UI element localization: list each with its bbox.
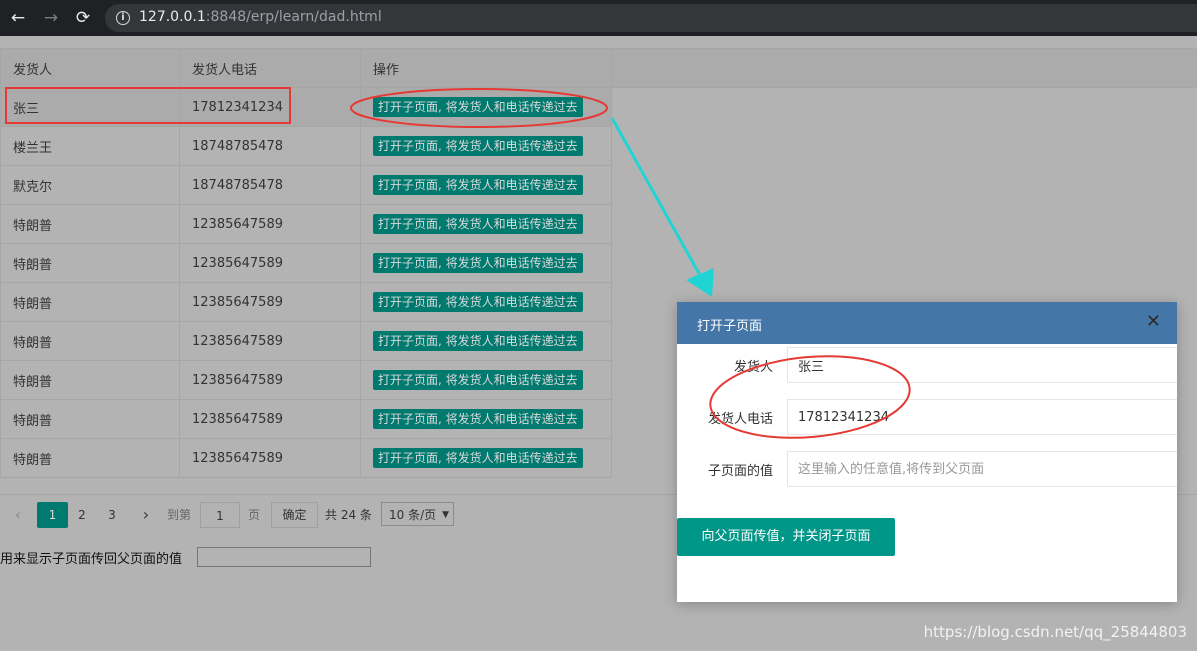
action-cell: 打开子页面, 将发货人和电话传递过去 xyxy=(360,321,612,361)
action-cell: 打开子页面, 将发货人和电话传递过去 xyxy=(360,126,612,166)
shipper-name-cell: 张三 xyxy=(0,87,180,127)
shipper-phone-cell: 12385647589 xyxy=(179,321,361,361)
shipper-phone-cell: 17812341234 xyxy=(179,87,361,127)
address-bar[interactable]: i 127.0.0.1:8848/erp/learn/dad.html xyxy=(105,4,1197,32)
table-header-fill xyxy=(611,48,1197,88)
child-page-modal: 打开子页面 ✕ 发货人 发货人电话 子页面的值 向父页面传值，并关闭子页面 xyxy=(677,302,1177,602)
shipper-phone-cell: 12385647589 xyxy=(179,438,361,478)
shipper-name-cell: 特朗普 xyxy=(0,204,180,244)
shipper-phone-cell: 12385647589 xyxy=(179,243,361,283)
shipper-name-cell: 特朗普 xyxy=(0,438,180,478)
table-row: 特朗普 12385647589 打开子页面, 将发货人和电话传递过去 xyxy=(0,204,612,244)
modal-title: 打开子页面 xyxy=(697,319,763,334)
info-icon[interactable]: i xyxy=(116,11,130,25)
open-child-page-button[interactable]: 打开子页面, 将发货人和电话传递过去 xyxy=(373,448,583,468)
open-child-page-button[interactable]: 打开子页面, 将发货人和电话传递过去 xyxy=(373,409,583,429)
column-header-phone: 发货人电话 xyxy=(179,48,361,88)
shipper-name-cell: 特朗普 xyxy=(0,360,180,400)
table-row: 特朗普 12385647589 打开子页面, 将发货人和电话传递过去 xyxy=(0,360,612,400)
table-row: 张三 17812341234 打开子页面, 将发货人和电话传递过去 xyxy=(0,87,612,127)
open-child-page-button[interactable]: 打开子页面, 将发货人和电话传递过去 xyxy=(373,214,583,234)
action-cell: 打开子页面, 将发货人和电话传递过去 xyxy=(360,204,612,244)
prev-page-icon[interactable]: ‹ xyxy=(10,502,26,528)
shipper-name-cell: 特朗普 xyxy=(0,243,180,283)
close-icon[interactable]: ✕ xyxy=(1146,311,1161,332)
shipper-phone-cell: 18748785478 xyxy=(179,126,361,166)
table-row: 特朗普 12385647589 打开子页面, 将发货人和电话传递过去 xyxy=(0,321,612,361)
back-arrow-icon[interactable]: ← xyxy=(7,7,29,29)
action-cell: 打开子页面, 将发货人和电话传递过去 xyxy=(360,243,612,283)
table-row: 默克尔 18748785478 打开子页面, 将发货人和电话传递过去 xyxy=(0,165,612,205)
browser-toolbar: ← → ⟳ i 127.0.0.1:8848/erp/learn/dad.htm… xyxy=(0,0,1197,36)
action-cell: 打开子页面, 将发货人和电话传递过去 xyxy=(360,282,612,322)
shipper-phone-cell: 18748785478 xyxy=(179,165,361,205)
open-child-page-button[interactable]: 打开子页面, 将发货人和电话传递过去 xyxy=(373,175,583,195)
shipper-name-cell: 特朗普 xyxy=(0,282,180,322)
table-row: 特朗普 12385647589 打开子页面, 将发货人和电话传递过去 xyxy=(0,438,612,478)
watermark: https://blog.csdn.net/qq_25844803 xyxy=(923,623,1187,641)
shipper-name-cell: 默克尔 xyxy=(0,165,180,205)
open-child-page-button[interactable]: 打开子页面, 将发货人和电话传递过去 xyxy=(373,97,583,117)
field-label-shipper: 发货人 xyxy=(733,360,773,375)
action-cell: 打开子页面, 将发货人和电话传递过去 xyxy=(360,438,612,478)
page-size-value: 10 条/页 xyxy=(389,508,437,522)
page-3-button[interactable]: 3 xyxy=(102,502,122,528)
open-child-page-button[interactable]: 打开子页面, 将发货人和电话传递过去 xyxy=(373,253,583,273)
page-suffix: 页 xyxy=(247,508,260,522)
url-text: 127.0.0.1:8848/erp/learn/dad.html xyxy=(139,9,382,25)
table-header-row: 发货人 发货人电话 操作 xyxy=(0,48,612,88)
goto-label: 到第 xyxy=(166,508,191,522)
open-child-page-button[interactable]: 打开子页面, 将发货人和电话传递过去 xyxy=(373,292,583,312)
field-label-phone: 发货人电话 xyxy=(707,412,773,427)
action-cell: 打开子页面, 将发货人和电话传递过去 xyxy=(360,399,612,439)
field-label-child-value: 子页面的值 xyxy=(707,464,773,479)
confirm-page-button[interactable]: 确定 xyxy=(271,502,318,528)
submit-to-parent-button[interactable]: 向父页面传值，并关闭子页面 xyxy=(677,518,895,556)
next-page-icon[interactable]: › xyxy=(136,502,156,528)
page-size-select[interactable]: 10 条/页 ▼ xyxy=(381,502,454,526)
parent-value-label: 用来显示子页面传回父页面的值 xyxy=(0,552,183,567)
shipper-input[interactable] xyxy=(787,347,1177,383)
table-row: 特朗普 12385647589 打开子页面, 将发货人和电话传递过去 xyxy=(0,243,612,283)
open-child-page-button[interactable]: 打开子页面, 将发货人和电话传递过去 xyxy=(373,370,583,390)
action-cell: 打开子页面, 将发货人和电话传递过去 xyxy=(360,165,612,205)
parent-value-input[interactable] xyxy=(197,547,371,567)
action-cell: 打开子页面, 将发货人和电话传递过去 xyxy=(360,87,612,127)
shipper-phone-cell: 12385647589 xyxy=(179,399,361,439)
shipper-phone-cell: 12385647589 xyxy=(179,204,361,244)
chevron-down-icon: ▼ xyxy=(442,510,449,520)
action-cell: 打开子页面, 将发货人和电话传递过去 xyxy=(360,360,612,400)
column-header-action: 操作 xyxy=(360,48,612,88)
modal-header: 打开子页面 ✕ xyxy=(677,302,1177,344)
reload-icon[interactable]: ⟳ xyxy=(72,7,94,29)
shipper-table: 发货人 发货人电话 操作 张三 17812341234 打开子页面, 将发货人和电话… xyxy=(0,48,612,478)
phone-input[interactable] xyxy=(787,399,1177,435)
column-header-shipper: 发货人 xyxy=(0,48,180,88)
total-count: 共 24 条 xyxy=(325,508,372,522)
page-1-button[interactable]: 1 xyxy=(37,502,68,528)
table-row: 楼兰王 18748785478 打开子页面, 将发货人和电话传递过去 xyxy=(0,126,612,166)
table-row: 特朗普 12385647589 打开子页面, 将发货人和电话传递过去 xyxy=(0,399,612,439)
shipper-name-cell: 特朗普 xyxy=(0,321,180,361)
shipper-phone-cell: 12385647589 xyxy=(179,360,361,400)
child-value-input[interactable] xyxy=(787,451,1177,487)
forward-arrow-icon[interactable]: → xyxy=(40,7,62,29)
table-row: 特朗普 12385647589 打开子页面, 将发货人和电话传递过去 xyxy=(0,282,612,322)
open-child-page-button[interactable]: 打开子页面, 将发货人和电话传递过去 xyxy=(373,136,583,156)
shipper-phone-cell: 12385647589 xyxy=(179,282,361,322)
page-2-button[interactable]: 2 xyxy=(72,502,92,528)
shipper-name-cell: 楼兰王 xyxy=(0,126,180,166)
shipper-name-cell: 特朗普 xyxy=(0,399,180,439)
goto-page-input[interactable]: 1 xyxy=(200,502,240,528)
open-child-page-button[interactable]: 打开子页面, 将发货人和电话传递过去 xyxy=(373,331,583,351)
